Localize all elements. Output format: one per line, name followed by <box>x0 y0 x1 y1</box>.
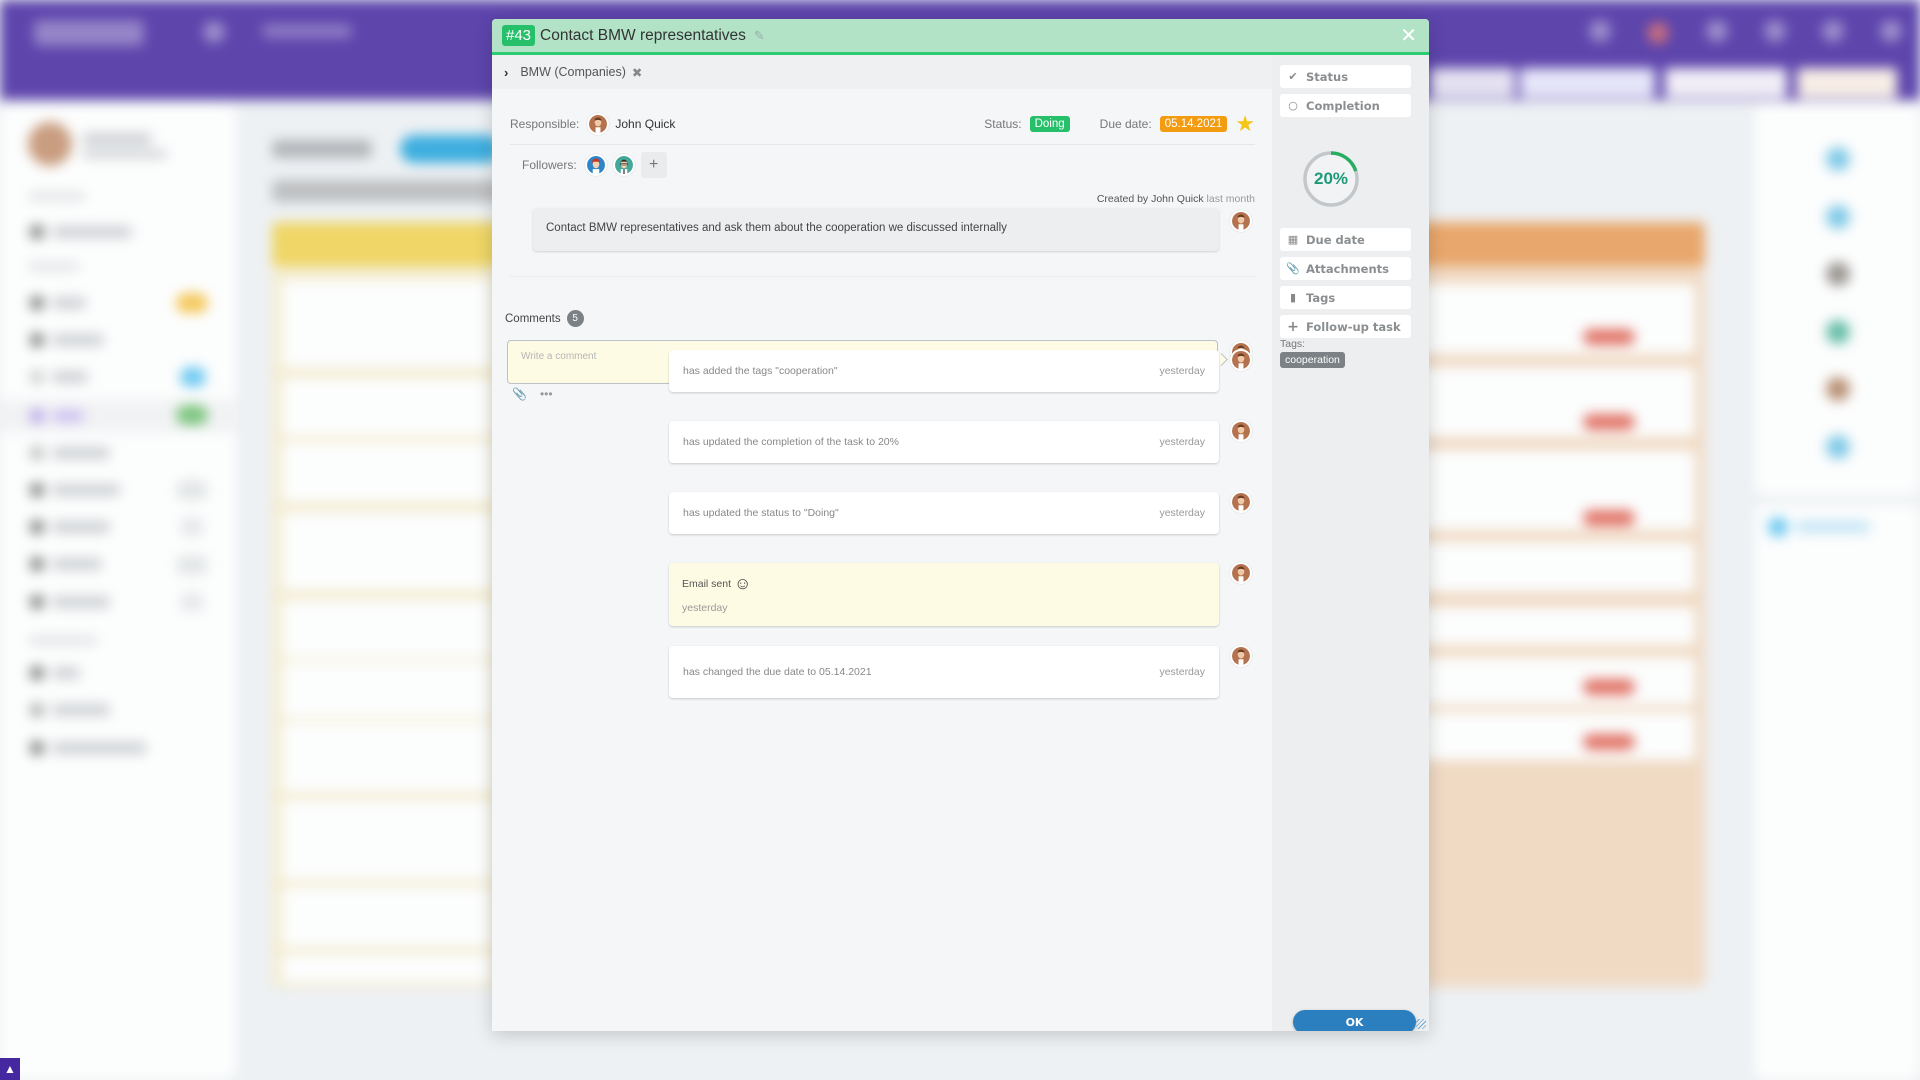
modal-header: #43 Contact BMW representatives ✎ ✕ <box>492 19 1429 55</box>
ok-button[interactable]: OK <box>1293 1010 1416 1031</box>
breadcrumb-company[interactable]: BMW (Companies) <box>520 65 626 79</box>
follow-up-task-button[interactable]: + Follow-up task <box>1280 315 1411 338</box>
activity-item: has updated the completion of the task t… <box>669 421 1219 463</box>
follow-up-button-label: Follow-up task <box>1306 319 1401 334</box>
activity-time: yesterday <box>1159 507 1205 519</box>
activity-avatar <box>1230 562 1252 584</box>
activity-time: yesterday <box>1159 365 1205 377</box>
follower-avatar[interactable] <box>584 154 607 176</box>
activity-text: has changed the due date to 05.14.2021 <box>683 666 872 678</box>
comments-label: Comments <box>505 312 561 325</box>
more-options-icon[interactable]: ••• <box>540 387 553 401</box>
brand-badge-icon[interactable]: ▲ <box>0 1058 20 1080</box>
star-icon[interactable]: ★ <box>1235 113 1255 135</box>
task-description[interactable]: Contact BMW representatives and ask them… <box>533 208 1219 251</box>
follower-avatar[interactable] <box>612 154 635 176</box>
activity-item: has added the tags "cooperation" yesterd… <box>669 350 1219 392</box>
activity-time: yesterday <box>1159 666 1205 678</box>
task-main: Responsible: John Quick Status: Doing Du… <box>492 89 1272 1031</box>
resize-handle[interactable] <box>1416 1019 1426 1029</box>
status-button[interactable]: ✔ Status <box>1280 65 1411 88</box>
attachments-button-label: Attachments <box>1306 261 1389 276</box>
activity-text: has added the tags "cooperation" <box>683 365 838 377</box>
activity-avatar <box>1230 491 1252 513</box>
breadcrumb: › BMW (Companies) ✖ <box>492 55 1272 89</box>
close-icon[interactable]: ✕ <box>1400 25 1417 47</box>
activity-avatar <box>1230 420 1252 442</box>
bookmark-icon: ▮ <box>1289 291 1297 304</box>
completion-percent: 20% <box>1313 169 1349 188</box>
task-id-badge: #43 <box>502 25 536 46</box>
activity-time: yesterday <box>682 601 728 614</box>
comments-header: Comments 5 <box>505 310 584 327</box>
due-date-button-label: Due date <box>1306 232 1365 247</box>
chevron-right-icon[interactable]: › <box>504 65 508 80</box>
completion-button-label: Completion <box>1306 98 1380 113</box>
tags-button-label: Tags <box>1306 290 1336 305</box>
responsible-avatar[interactable] <box>587 113 610 135</box>
status-button-label: Status <box>1306 69 1349 84</box>
add-follower-button[interactable]: + <box>640 152 667 178</box>
completion-button[interactable]: ○ Completion <box>1280 94 1411 117</box>
attachments-button[interactable]: 📎 Attachments <box>1280 257 1411 280</box>
remove-link-icon[interactable]: ✖ <box>632 65 642 80</box>
author-avatar <box>1230 210 1252 232</box>
due-date-badge[interactable]: 05.14.2021 <box>1159 116 1228 132</box>
activity-item-email: Email sent ☺ yesterday <box>669 563 1219 626</box>
paperclip-icon[interactable]: 📎 <box>512 387 527 401</box>
tags-button[interactable]: ▮ Tags <box>1280 286 1411 309</box>
task-title[interactable]: Contact BMW representatives <box>540 27 746 45</box>
followers-label: Followers: <box>522 158 577 172</box>
plus-icon: + <box>1287 318 1299 335</box>
responsible-label: Responsible: <box>510 117 580 131</box>
calendar-icon: ▦ <box>1287 233 1299 246</box>
divider <box>510 276 1255 277</box>
comments-count-badge: 5 <box>566 310 584 327</box>
created-by: Created by John Quick last month <box>1097 193 1255 205</box>
circle-icon: ○ <box>1288 99 1298 112</box>
activity-item: has updated the status to "Doing" yester… <box>669 492 1219 534</box>
activity-avatar <box>1230 349 1252 371</box>
activity-time: yesterday <box>1159 436 1205 448</box>
responsible-name[interactable]: John Quick <box>615 117 675 131</box>
pencil-icon[interactable]: ✎ <box>754 28 765 44</box>
task-sidepanel: ✔ Status ○ Completion 20% ▦ Due date 📎 A… <box>1272 55 1429 1031</box>
responsible-row: Responsible: John Quick Status: Doing Du… <box>510 111 1255 137</box>
activity-avatar <box>1230 645 1252 667</box>
check-icon: ✔ <box>1288 70 1298 83</box>
tags-label: Tags: <box>1280 338 1306 350</box>
followers-row: Followers: + <box>510 151 667 179</box>
due-date-button[interactable]: ▦ Due date <box>1280 228 1411 251</box>
activity-item: has changed the due date to 05.14.2021 y… <box>669 646 1219 698</box>
activity-text: has updated the status to "Doing" <box>683 507 839 519</box>
comment-tools: 📎 ••• <box>512 387 553 401</box>
paperclip-icon: 📎 <box>1286 262 1300 275</box>
divider <box>510 144 1255 145</box>
created-by-time: last month <box>1206 193 1255 205</box>
created-by-author: Created by John Quick <box>1096 193 1204 205</box>
activity-text: Email sent <box>682 577 732 590</box>
status-badge[interactable]: Doing <box>1029 116 1070 132</box>
smiley-icon: ☺ <box>734 573 752 593</box>
task-modal: #43 Contact BMW representatives ✎ ✕ › BM… <box>492 19 1429 1031</box>
status-label: Status: <box>984 117 1022 131</box>
activity-text: has updated the completion of the task t… <box>683 436 899 448</box>
due-date-label: Due date: <box>1099 117 1152 131</box>
tag-chip[interactable]: cooperation <box>1280 352 1345 368</box>
